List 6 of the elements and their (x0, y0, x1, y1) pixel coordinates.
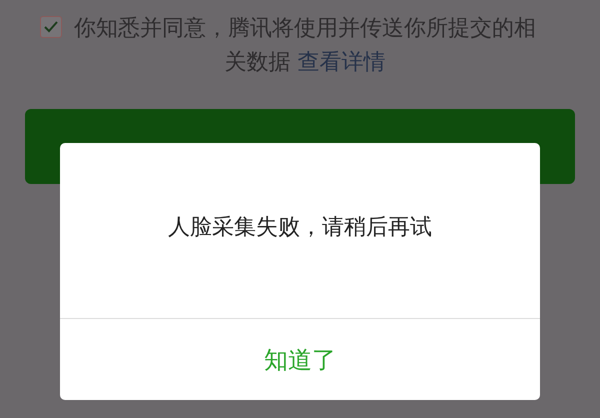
agreement-text: 你知悉并同意，腾讯将使用并传送你所提交的相关数据 查看详情 (73, 15, 537, 77)
dialog-message: 人脸采集失败，请稍后再试 (60, 143, 540, 319)
checkbox[interactable] (40, 16, 62, 38)
check-icon (44, 21, 58, 33)
details-link[interactable]: 查看详情 (298, 50, 386, 75)
ok-button[interactable]: 知道了 (60, 319, 540, 400)
